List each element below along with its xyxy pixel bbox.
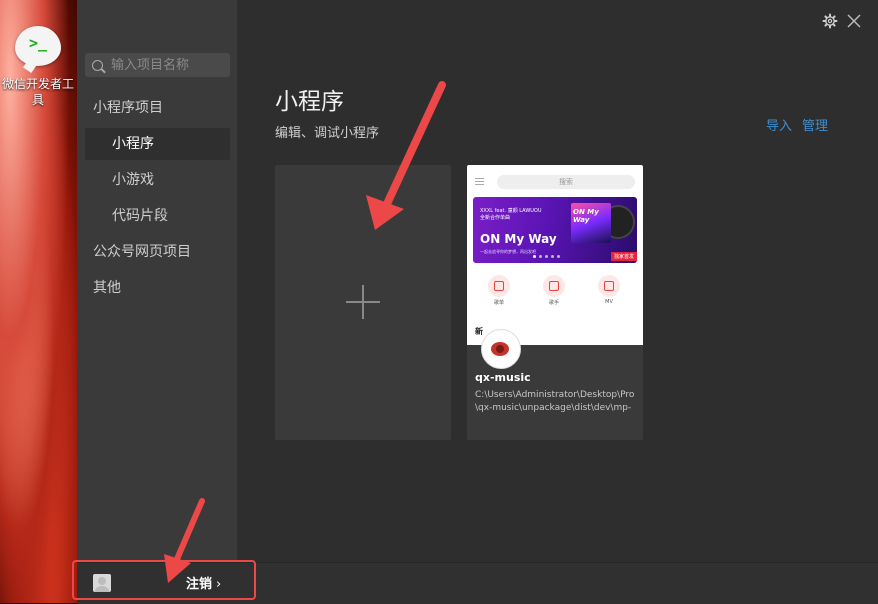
banner-line2: 全新合作单曲 (480, 215, 511, 221)
close-icon[interactable] (846, 13, 862, 29)
avatar[interactable] (93, 574, 111, 592)
singer-icon (543, 275, 565, 297)
feature-label: 歌手 (548, 300, 559, 306)
project-thumbnail: 搜索 XXXL feat. 童颜 LAWUOU 全新合作单曲 ON My Way… (467, 165, 643, 345)
plus-icon-vertical (362, 285, 364, 319)
feature-playlist: 歌单 (487, 275, 511, 306)
hamburger-icon (475, 178, 484, 185)
sidebar-item-code-snippets[interactable]: 代码片段 (85, 200, 230, 232)
bottom-bar: 注销 › (77, 562, 878, 604)
sidebar: 小程序项目 小程序 小游戏 代码片段 公众号网页项目 其他 (77, 0, 237, 562)
gear-icon[interactable] (822, 13, 838, 29)
feature-label: MV (605, 299, 613, 305)
drum-icon (481, 329, 521, 369)
search-input[interactable] (109, 56, 223, 74)
page-title: 小程序 (275, 89, 344, 115)
thumbnail-section-title: 新 (475, 327, 483, 336)
search-icon (92, 59, 103, 71)
thumbnail-search: 搜索 (497, 175, 635, 189)
chevron-right-icon: › (216, 577, 222, 592)
mv-icon (598, 275, 620, 297)
project-path: C:\Users\Administrator\Desktop\Pro\qx-mu… (475, 390, 635, 413)
thumbnail-banner: XXXL feat. 童颜 LAWUOU 全新合作单曲 ON My Way 一起… (473, 197, 637, 263)
logout-label: 注销 (186, 577, 213, 592)
manage-link[interactable]: 管理 (802, 115, 828, 134)
sidebar-item-miniprogram-projects[interactable]: 小程序项目 (85, 92, 230, 124)
playlist-icon (488, 275, 510, 297)
sidebar-item-minigame[interactable]: 小游戏 (85, 164, 230, 196)
desktop-background: >_ 微信开发者工具 (0, 0, 80, 603)
sidebar-item-miniprogram[interactable]: 小程序 (85, 128, 230, 160)
album-cover: ON My Way (571, 203, 611, 243)
sidebar-item-other[interactable]: 其他 (85, 272, 230, 304)
banner-tag: 独家首发 (610, 252, 637, 261)
desktop-icon-label: 微信开发者工具 (1, 77, 74, 107)
new-project-card[interactable] (275, 165, 451, 440)
logout-button[interactable]: 注销 › (186, 573, 221, 592)
banner-line1: XXXL feat. 童颜 LAWUOU (480, 208, 542, 214)
devtools-glyph: >_ (28, 34, 48, 52)
devtools-window: 小程序项目 小程序 小游戏 代码片段 公众号网页项目 其他 小程序 编辑、调试小… (77, 0, 878, 604)
page-subtitle: 编辑、调试小程序 (275, 126, 380, 141)
sidebar-item-official-account-web[interactable]: 公众号网页项目 (85, 236, 230, 268)
banner-title: ON My Way (480, 232, 557, 246)
import-link[interactable]: 导入 (766, 115, 792, 134)
project-search[interactable] (85, 53, 230, 77)
project-card[interactable]: 搜索 XXXL feat. 童颜 LAWUOU 全新合作单曲 ON My Way… (467, 165, 643, 440)
cover-text: ON My Way (573, 208, 599, 224)
carousel-dots (533, 255, 573, 259)
banner-line3: 一起去追寻你的梦想，再出发吧 (480, 249, 536, 254)
feature-singer: 歌手 (542, 275, 566, 306)
project-name: qx-music (475, 371, 531, 384)
feature-label: 歌单 (493, 300, 504, 306)
wechat-devtools-shortcut[interactable]: >_ 微信开发者工具 (0, 26, 76, 108)
wechat-devtools-icon: >_ (15, 26, 61, 66)
feature-mv: MV (597, 275, 621, 305)
